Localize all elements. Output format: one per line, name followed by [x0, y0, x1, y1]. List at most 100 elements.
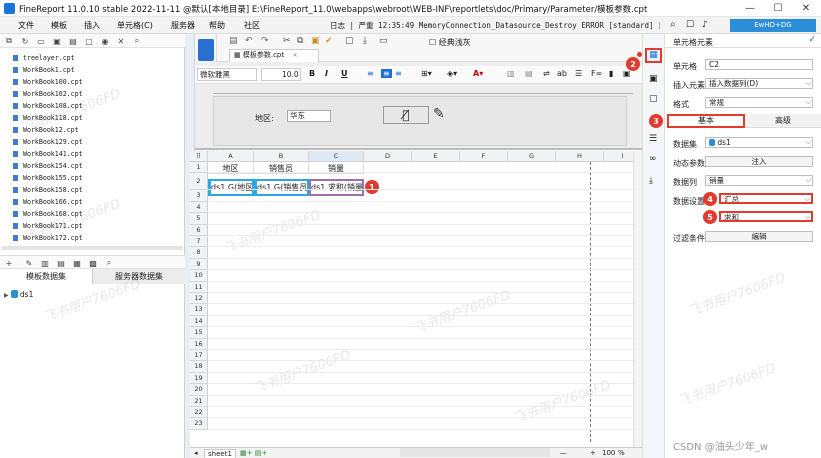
- pencil-icon[interactable]: ✎: [433, 106, 445, 122]
- row-header[interactable]: 11: [190, 281, 208, 293]
- file-item[interactable]: WorkBook154.cpt: [13, 162, 83, 172]
- search-icon[interactable]: ⌕: [670, 19, 676, 30]
- user-badge[interactable]: EwHD+DG: [730, 19, 816, 32]
- row-header[interactable]: 7: [190, 236, 208, 248]
- file-item[interactable]: WorkBook100.cpt: [13, 78, 83, 88]
- col-header-b[interactable]: B: [254, 151, 309, 162]
- file-item[interactable]: WorkBook129.cpt: [13, 138, 83, 148]
- doc-tab[interactable]: ▦ 模板参数.cpt ✕: [229, 49, 319, 62]
- align-right-icon[interactable]: ≡: [395, 69, 402, 78]
- fx-icon[interactable]: F∞: [591, 69, 602, 78]
- file-item[interactable]: WorkBook1.cpt: [13, 66, 75, 76]
- export-icon[interactable]: ⤓: [649, 176, 653, 186]
- refresh-icon[interactable]: ↻: [20, 36, 30, 46]
- zoom-out-icon[interactable]: —: [560, 449, 567, 457]
- col-header-e[interactable]: E: [412, 151, 460, 162]
- paste-icon[interactable]: ▣: [311, 36, 320, 46]
- border-icon[interactable]: ⊞▾: [421, 69, 432, 78]
- close-button[interactable]: ✕: [792, 1, 820, 16]
- widget-icon[interactable]: ▢: [649, 94, 658, 104]
- maximize-button[interactable]: ☐: [764, 1, 792, 16]
- row-header[interactable]: 14: [190, 315, 208, 328]
- lock-icon[interactable]: ▣: [52, 36, 62, 46]
- message-icon[interactable]: ☐: [686, 20, 694, 30]
- merge-icon[interactable]: ▥: [507, 69, 515, 78]
- cell-b2[interactable]: ds1.G(销售员): [254, 179, 309, 196]
- row-header[interactable]: 1: [190, 162, 208, 174]
- wrap-icon[interactable]: ⇌: [543, 69, 550, 78]
- row-header[interactable]: 9: [190, 258, 208, 271]
- format-painter-icon[interactable]: ✔: [325, 36, 333, 46]
- redo-icon[interactable]: ↷: [261, 36, 269, 46]
- delete-dataset-icon[interactable]: ▥: [40, 258, 50, 268]
- menu-template[interactable]: 模板: [51, 20, 67, 31]
- dataset-select[interactable]: ds1 ⌵: [705, 137, 813, 148]
- copy-icon[interactable]: ▢: [84, 36, 94, 46]
- server-dataset-icon[interactable]: ▩: [88, 258, 98, 268]
- italic-button[interactable]: I: [325, 69, 328, 78]
- row-header[interactable]: 3: [190, 190, 208, 202]
- row-header[interactable]: 6: [190, 224, 208, 236]
- dataset-search-icon[interactable]: ⌕: [104, 258, 114, 268]
- delete-icon[interactable]: ▤: [68, 36, 78, 46]
- font-color-icon[interactable]: A▾: [473, 69, 483, 78]
- menu-cell[interactable]: 单元格(C): [117, 20, 153, 31]
- inject-button[interactable]: 注入: [705, 156, 813, 167]
- chart-icon[interactable]: ▮: [609, 69, 613, 78]
- classic-skin[interactable]: ☐ 经典浅灰: [429, 37, 471, 48]
- cell-a2[interactable]: ds1.G(地区): [208, 179, 254, 196]
- col-header-c[interactable]: C: [309, 151, 364, 162]
- query-button[interactable]: 👁̸: [383, 106, 429, 124]
- underline-button[interactable]: U: [341, 69, 348, 78]
- preview-icon[interactable]: ⤓: [363, 36, 367, 46]
- row-header[interactable]: 12: [190, 293, 208, 305]
- row-header[interactable]: 15: [190, 327, 208, 339]
- text-icon[interactable]: ab: [557, 69, 567, 78]
- minimize-button[interactable]: —: [736, 1, 764, 16]
- collapse-icon[interactable]: ✕: [116, 36, 126, 46]
- file-item[interactable]: treelayer.cpt: [13, 54, 75, 64]
- menu-help[interactable]: 帮助: [209, 20, 225, 31]
- row-header[interactable]: 23: [190, 418, 208, 430]
- row-header[interactable]: 19: [190, 372, 208, 385]
- row-header[interactable]: 4: [190, 201, 208, 214]
- font-size-select[interactable]: 10.0: [261, 68, 301, 81]
- col-header-a[interactable]: A: [208, 151, 254, 162]
- add-dataset-icon[interactable]: +: [4, 258, 14, 268]
- cell-element-icon[interactable]: ▦: [645, 48, 662, 63]
- log-line[interactable]: 日志 | 严重 12:35:49 MemoryConnection_Dataso…: [330, 20, 660, 31]
- file-item[interactable]: WorkBook166.cpt: [13, 198, 83, 208]
- align-left-icon[interactable]: ≡: [367, 69, 374, 78]
- hyperlink-icon[interactable]: ∞: [649, 154, 657, 164]
- cut-icon[interactable]: ✂: [283, 36, 291, 46]
- aggregation-select[interactable]: 求和 ⌵: [719, 211, 813, 222]
- row-header[interactable]: 5: [190, 213, 208, 225]
- formula-icon[interactable]: ☰: [575, 69, 582, 78]
- col-header-h[interactable]: H: [556, 151, 604, 162]
- insert-element-select[interactable]: 插入数据列(D) ⌵: [705, 78, 813, 89]
- menu-server[interactable]: 服务器: [171, 20, 195, 31]
- region-param-input[interactable]: 华东: [287, 110, 331, 122]
- locate-icon[interactable]: ◉: [100, 36, 110, 46]
- preview-dataset-icon[interactable]: ▤: [56, 258, 66, 268]
- data-setting-select[interactable]: 汇总 ⌵: [719, 193, 813, 204]
- row-header[interactable]: 10: [190, 270, 208, 282]
- tree-search-icon[interactable]: ⌕: [132, 36, 142, 46]
- menu-insert[interactable]: 插入: [84, 20, 100, 31]
- col-header-f[interactable]: F: [460, 151, 508, 162]
- unmerge-icon[interactable]: ▤: [525, 69, 533, 78]
- row-header[interactable]: 17: [190, 350, 208, 362]
- zoom-level[interactable]: 100: [602, 449, 615, 457]
- bold-button[interactable]: B: [309, 69, 315, 78]
- col-header-d[interactable]: D: [364, 151, 412, 162]
- font-family-select[interactable]: 微软雅黑: [197, 68, 257, 81]
- copy-icon[interactable]: ⧉: [297, 36, 303, 46]
- row-header[interactable]: 13: [190, 304, 208, 316]
- cell-c2[interactable]: ds1.求和(销量): [309, 179, 364, 196]
- row-header[interactable]: 22: [190, 407, 208, 419]
- bell-icon[interactable]: ♪: [702, 20, 708, 30]
- file-item[interactable]: WorkBook155.cpt: [13, 174, 83, 184]
- row-header[interactable]: 18: [190, 361, 208, 373]
- col-header-g[interactable]: G: [508, 151, 556, 162]
- edit-dataset-icon[interactable]: ✎: [24, 258, 34, 268]
